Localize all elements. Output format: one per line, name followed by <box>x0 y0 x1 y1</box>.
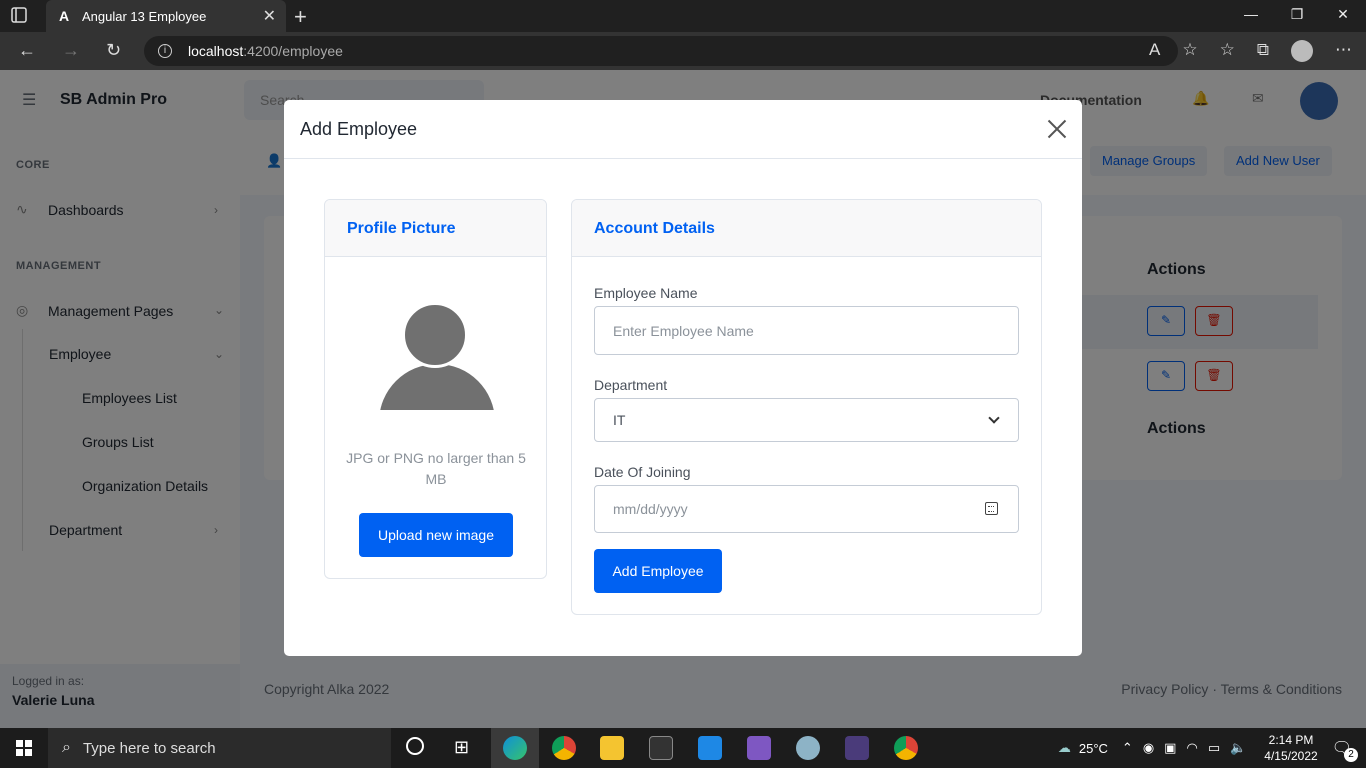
favorites-icon[interactable]: ☆ <box>1220 40 1235 62</box>
collections-icon[interactable]: ⧉ <box>1257 40 1269 62</box>
department-select[interactable]: IT <box>594 398 1019 442</box>
clock-time: 2:14 PM <box>1268 733 1314 747</box>
add-employee-button[interactable]: Add Employee <box>594 549 722 593</box>
add-employee-modal: Add Employee Profile Picture JPG or PNG … <box>284 100 1082 656</box>
profile-card-header: Profile Picture <box>325 200 546 257</box>
battery-icon[interactable]: ▭ <box>1208 740 1220 756</box>
wifi-icon[interactable]: ◠ <box>1186 740 1197 756</box>
angular-favicon-icon: A <box>58 8 70 24</box>
volume-icon[interactable]: 🔈 <box>1230 740 1246 756</box>
task-view-icon[interactable]: ⊞ <box>454 737 469 758</box>
department-selected-value: IT <box>613 412 626 428</box>
employee-name-label: Employee Name <box>594 285 698 301</box>
account-card-header: Account Details <box>572 200 1041 257</box>
profile-icon[interactable] <box>1291 40 1313 62</box>
tab-title: Angular 13 Employee <box>82 8 207 24</box>
browser-toolbar-right: A ☆ ☆ ⧉ ⋯ <box>1149 40 1352 62</box>
date-of-joining-input[interactable]: mm/dd/yyyy <box>594 485 1019 533</box>
search-icon: ⌕ <box>62 739 71 756</box>
forward-icon[interactable]: → <box>62 40 80 61</box>
upload-image-button[interactable]: Upload new image <box>359 513 513 557</box>
notification-count: 2 <box>1344 748 1358 762</box>
chevron-up-icon[interactable]: ⌃ <box>1122 740 1133 756</box>
window-controls: — ❐ ✕ <box>1228 6 1366 23</box>
tab-actions-icon[interactable] <box>10 6 30 26</box>
modal-title: Add Employee <box>300 118 418 139</box>
add-employee-label: Add Employee <box>612 563 704 579</box>
restore-icon[interactable]: ❐ <box>1274 6 1320 23</box>
chrome-icon[interactable] <box>552 736 576 760</box>
clock-date: 4/15/2022 <box>1264 749 1318 763</box>
back-icon[interactable]: ← <box>18 40 36 61</box>
address-bar-row: ← → ↻ i localhost:4200/employee A ☆ ☆ ⧉ … <box>0 32 1366 70</box>
browser-tab[interactable]: A Angular 13 Employee ✕ <box>46 0 286 32</box>
edge-icon[interactable] <box>503 736 527 760</box>
chrome-icon[interactable] <box>894 736 918 760</box>
close-icon[interactable] <box>1046 117 1068 139</box>
add-favorite-icon[interactable]: ☆ <box>1182 40 1197 62</box>
weather-icon[interactable]: ☁ <box>1058 740 1071 756</box>
employee-name-input[interactable]: Enter Employee Name <box>594 306 1019 355</box>
browser-tab-bar: A Angular 13 Employee ✕ + — ❐ ✕ <box>0 0 1366 32</box>
clock[interactable]: 2:14 PM 4/15/2022 <box>1264 732 1317 764</box>
windows-start-icon[interactable] <box>16 740 32 756</box>
profile-picture-card: Profile Picture JPG or PNG no larger tha… <box>324 199 547 579</box>
temperature[interactable]: 25°C <box>1079 741 1108 756</box>
minimize-icon[interactable]: — <box>1228 6 1274 23</box>
date-of-joining-label: Date Of Joining <box>594 464 691 480</box>
site-info-icon[interactable]: i <box>158 44 172 58</box>
cortana-icon[interactable] <box>406 737 424 755</box>
taskbar: ⌕ Type here to search ⊞ ☁ 25°C ⌃ ◉ ▣ ◠ ▭… <box>0 728 1366 768</box>
system-tray: ☁ 25°C ⌃ ◉ ▣ ◠ ▭ 🔈 2:14 PM 4/15/2022 🗨 2 <box>1058 728 1366 768</box>
modal-header: Add Employee <box>284 100 1082 159</box>
account-details-card: Account Details Employee Name Enter Empl… <box>571 199 1042 615</box>
paint-icon[interactable] <box>796 736 820 760</box>
refresh-icon[interactable]: ↻ <box>106 40 121 61</box>
tab-close-icon[interactable]: ✕ <box>263 6 276 26</box>
taskbar-search-placeholder: Type here to search <box>82 739 216 757</box>
date-of-joining-placeholder: mm/dd/yyyy <box>613 501 688 517</box>
chevron-down-icon <box>988 412 1000 424</box>
taskbar-search-input[interactable]: ⌕ Type here to search <box>48 728 391 768</box>
read-aloud-icon[interactable]: A <box>1149 40 1160 62</box>
notifications-icon[interactable]: 🗨 2 <box>1332 738 1358 762</box>
upload-hint: JPG or PNG no larger than 5 MB <box>346 450 526 487</box>
url-path: :4200/employee <box>243 43 343 59</box>
app-icon[interactable] <box>845 736 869 760</box>
visual-studio-icon[interactable] <box>747 736 771 760</box>
window-close-icon[interactable]: ✕ <box>1320 6 1366 23</box>
record-icon[interactable]: ◉ <box>1143 740 1154 756</box>
new-tab-icon[interactable]: + <box>294 4 307 30</box>
more-icon[interactable]: ⋯ <box>1335 40 1352 62</box>
terminal-icon[interactable] <box>649 736 673 760</box>
vscode-icon[interactable] <box>698 736 722 760</box>
file-explorer-icon[interactable] <box>600 736 624 760</box>
url-input[interactable]: i localhost:4200/employee <box>144 36 1178 66</box>
avatar-placeholder-icon <box>379 302 495 412</box>
employee-name-placeholder: Enter Employee Name <box>613 322 754 339</box>
device-icon[interactable]: ▣ <box>1164 740 1176 756</box>
calendar-icon[interactable] <box>985 502 998 515</box>
department-label: Department <box>594 377 668 393</box>
upload-image-label: Upload new image <box>378 527 494 543</box>
url-host: localhost <box>188 43 244 59</box>
